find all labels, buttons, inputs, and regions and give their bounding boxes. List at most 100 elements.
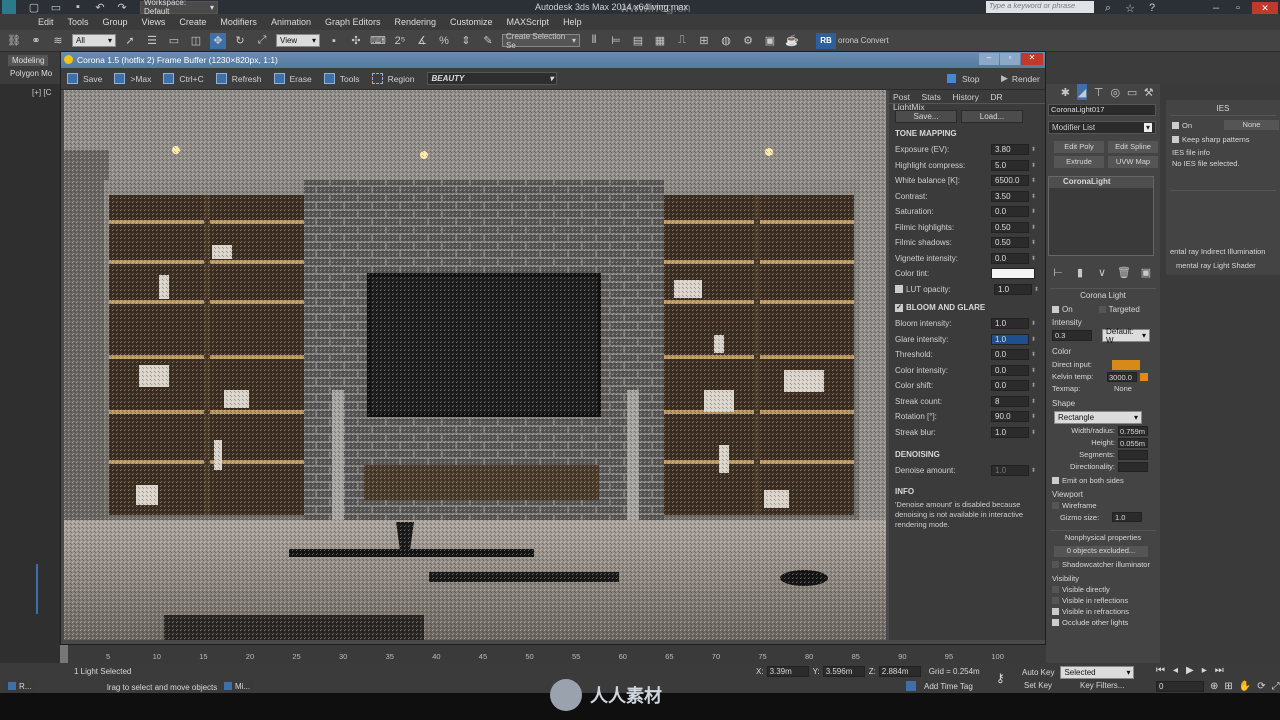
- taskbar-item-mi[interactable]: Mi...: [220, 679, 255, 693]
- menu-item[interactable]: Edit: [38, 17, 54, 27]
- undo-icon[interactable]: ↶: [92, 0, 108, 15]
- fb-copy-button[interactable]: Ctrl+C: [163, 73, 204, 84]
- hierarchy-tab-icon[interactable]: ⊤: [1093, 84, 1104, 100]
- preset-save-button[interactable]: Save...: [895, 110, 957, 123]
- curve-editor-icon[interactable]: ⎍: [674, 33, 690, 49]
- rect-selection-icon[interactable]: ▭: [166, 33, 182, 49]
- maximize-viewport-icon[interactable]: ⤢: [1272, 681, 1280, 692]
- save-file-icon[interactable]: ▪: [70, 0, 86, 15]
- key-filters-button[interactable]: Key Filters...: [1080, 681, 1124, 690]
- scale-icon[interactable]: ⤢: [254, 33, 270, 49]
- param-value-field[interactable]: 3.50: [991, 190, 1029, 202]
- kelvin-value[interactable]: 3000.0: [1107, 371, 1137, 382]
- material-editor-icon[interactable]: ◍: [718, 33, 734, 49]
- shape-param-field[interactable]: [1118, 461, 1148, 472]
- redo-icon[interactable]: ↷: [114, 0, 130, 15]
- menu-item[interactable]: MAXScript: [507, 17, 550, 27]
- fb-refresh-button[interactable]: Refresh: [215, 73, 262, 84]
- spinner-snap-icon[interactable]: ⇕: [458, 33, 474, 49]
- visibility-checkbox[interactable]: [1052, 586, 1059, 593]
- new-file-icon[interactable]: ▢: [26, 0, 42, 15]
- select-object-icon[interactable]: ➚: [122, 33, 138, 49]
- param-value-field[interactable]: 0.50: [991, 221, 1029, 233]
- key-set-dropdown[interactable]: Selected ▾: [1060, 666, 1135, 679]
- shape-param-field[interactable]: 0.759m: [1118, 425, 1148, 436]
- texmap-label[interactable]: Texmap:: [1052, 384, 1114, 393]
- z-coordinate-field[interactable]: 2.884m: [878, 666, 921, 677]
- param-value-field[interactable]: 0.0: [991, 380, 1029, 392]
- visibility-checkbox[interactable]: [1052, 597, 1059, 604]
- targeted-checkbox[interactable]: [1098, 306, 1106, 313]
- tab-stats[interactable]: Stats: [922, 92, 941, 102]
- fb-close-icon[interactable]: ✕: [1021, 53, 1043, 65]
- spinner-icon[interactable]: ⬍: [1031, 382, 1037, 389]
- snap-toggle-icon[interactable]: 2⁵: [392, 33, 408, 49]
- nonphysical-rollout[interactable]: Nonphysical properties: [1050, 530, 1156, 542]
- fb-maximize-icon[interactable]: ▫: [1000, 53, 1020, 65]
- lut-checkbox[interactable]: [895, 285, 903, 294]
- fb-render-button[interactable]: ▶ Render: [1001, 73, 1040, 84]
- fb-minimize-icon[interactable]: –: [979, 53, 999, 65]
- direct-input-swatch[interactable]: [1112, 359, 1140, 370]
- param-value-field[interactable]: 1.0: [991, 318, 1029, 330]
- fb-tools-button[interactable]: Tools: [323, 73, 360, 84]
- param-value-field[interactable]: 1.0: [994, 283, 1032, 295]
- menu-item[interactable]: Group: [103, 17, 128, 27]
- param-value-field[interactable]: 8: [991, 395, 1029, 407]
- current-frame-field[interactable]: 0: [1156, 681, 1204, 692]
- stack-item-coronalight[interactable]: CoronaLight: [1049, 177, 1153, 188]
- texmap-value[interactable]: None: [1114, 384, 1132, 393]
- spinner-icon[interactable]: ⬍: [1031, 398, 1037, 405]
- layer-manager-icon[interactable]: ▤: [630, 33, 646, 49]
- reference-coord-dropdown[interactable]: View ▾: [276, 34, 320, 47]
- visibility-checkbox[interactable]: [1052, 619, 1059, 626]
- x-coordinate-field[interactable]: 3.39m: [766, 666, 809, 677]
- set-key-button[interactable]: Set Key: [1024, 681, 1052, 690]
- spinner-icon[interactable]: ⬍: [1031, 351, 1037, 358]
- spinner-icon[interactable]: ⬍: [1031, 367, 1037, 374]
- tab-post[interactable]: Post: [893, 92, 910, 102]
- tab-history[interactable]: History: [952, 92, 978, 102]
- shadowcatcher-checkbox[interactable]: [1052, 561, 1059, 568]
- mr-indirect-rollout[interactable]: ental ray Indirect Illumination: [1170, 247, 1265, 256]
- timeline[interactable]: 5 10 15 20 25 30 35 40 45 50 55 60 65 70 75 80 85 90 95 100: [60, 645, 1020, 663]
- open-file-icon[interactable]: ▭: [48, 0, 64, 15]
- spinner-icon[interactable]: ⬍: [1031, 429, 1037, 436]
- menu-item[interactable]: Tools: [68, 17, 89, 27]
- keyboard-shortcut-icon[interactable]: ⌨: [370, 33, 386, 49]
- render-setup-icon[interactable]: ⚙: [740, 33, 756, 49]
- utilities-tab-icon[interactable]: ⚒: [1143, 84, 1154, 100]
- edit-poly-button[interactable]: Edit Poly: [1054, 141, 1104, 153]
- direct-input-label[interactable]: Direct input:: [1052, 360, 1112, 369]
- previous-frame-icon[interactable]: ◂: [1173, 665, 1178, 676]
- objects-excluded-button[interactable]: 0 objects excluded...: [1054, 546, 1148, 557]
- param-value-field[interactable]: 0.0: [991, 364, 1029, 376]
- spinner-icon[interactable]: ⬍: [1031, 162, 1037, 169]
- angle-snap-icon[interactable]: ∡: [414, 33, 430, 49]
- shape-dropdown[interactable]: Rectangle ▾: [1054, 411, 1142, 424]
- y-coordinate-field[interactable]: 3.596m: [822, 666, 865, 677]
- frame-buffer-title-bar[interactable]: Corona 1.5 (hotfix 2) Frame Buffer (1230…: [61, 52, 1045, 68]
- param-value-field[interactable]: 5.0: [991, 159, 1029, 171]
- key-icon[interactable]: ⚷: [996, 671, 1005, 685]
- uvw-map-button[interactable]: UVW Map: [1108, 156, 1158, 168]
- link-icon[interactable]: ⛓: [6, 33, 22, 49]
- zoom-all-icon[interactable]: ⊞: [1224, 681, 1232, 692]
- emit-both-checkbox[interactable]: [1052, 477, 1059, 484]
- fb-region-button[interactable]: Region: [371, 73, 415, 84]
- visibility-checkbox[interactable]: [1052, 608, 1059, 615]
- gizmo-value[interactable]: 1.0: [1112, 512, 1142, 522]
- schematic-view-icon[interactable]: ⊞: [696, 33, 712, 49]
- next-frame-icon[interactable]: ▸: [1202, 665, 1207, 676]
- add-time-tag[interactable]: Add Time Tag: [924, 682, 973, 691]
- viewport-label[interactable]: [+] [C: [32, 88, 60, 97]
- edit-named-selection-icon[interactable]: ✎: [480, 33, 496, 49]
- spinner-icon[interactable]: ⬍: [1031, 255, 1037, 262]
- app-logo-icon[interactable]: [2, 0, 16, 14]
- create-tab-icon[interactable]: ✱: [1060, 84, 1071, 100]
- pivot-icon[interactable]: ▪: [326, 33, 342, 49]
- intensity-value[interactable]: 0.3: [1052, 330, 1092, 341]
- menu-item[interactable]: Graph Editors: [325, 17, 381, 27]
- param-value-field[interactable]: 3.80: [991, 144, 1029, 156]
- rb-button[interactable]: RB: [816, 32, 836, 49]
